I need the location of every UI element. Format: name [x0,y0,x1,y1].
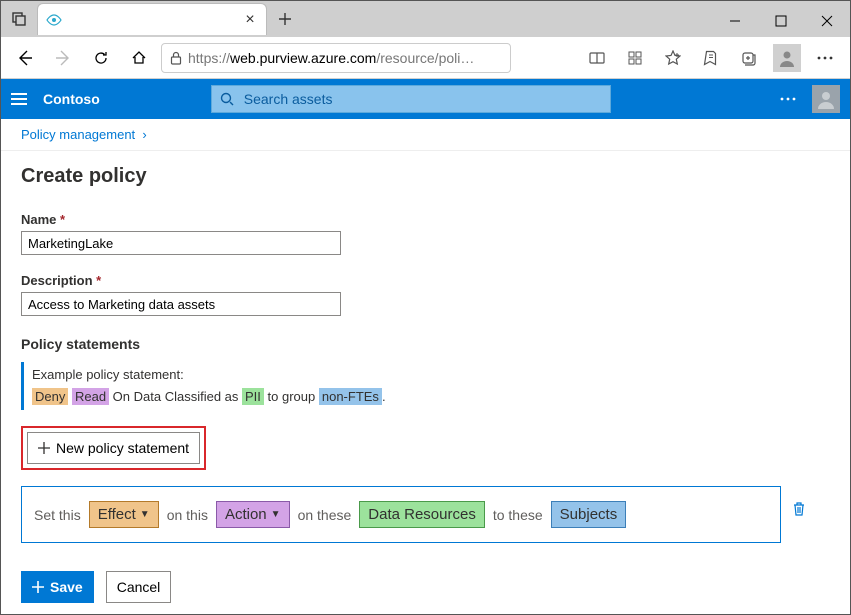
qr-icon[interactable] [618,42,652,74]
maximize-button[interactable] [758,5,804,37]
search-icon [220,92,234,106]
breadcrumb-link[interactable]: Policy management [21,127,135,142]
text-set-this: Set this [34,507,81,523]
text-on-this: on this [167,507,208,523]
chip-deny: Deny [32,388,68,405]
org-name: Contoso [43,91,100,107]
effect-chip[interactable]: Effect▼ [89,501,159,528]
policy-statements-label: Policy statements [21,336,830,352]
chevron-right-icon: › [142,127,146,142]
menu-icon[interactable] [11,93,27,105]
close-icon[interactable]: × [242,13,258,27]
collections-icon[interactable] [732,42,766,74]
minimize-button[interactable] [712,5,758,37]
chip-pii: PII [242,388,264,405]
example-heading: Example policy statement: [32,364,830,386]
description-label: Description * [21,273,830,288]
subjects-chip[interactable]: Subjects [551,501,627,528]
save-button[interactable]: Save [21,571,94,603]
chip-nonfte: non-FTEs [319,388,382,405]
more-icon[interactable] [808,42,842,74]
lock-icon [170,51,182,65]
star-favorite-icon[interactable] [656,42,690,74]
save-label: Save [50,579,83,595]
new-statement-highlight: New policy statement [21,426,206,470]
url-text: https://web.purview.azure.com/resource/p… [188,50,502,66]
profile-button[interactable] [770,42,804,74]
chip-read: Read [72,388,109,405]
user-avatar[interactable] [812,85,840,113]
forward-button [47,42,79,74]
content: Policy management › Create policy Name *… [1,119,850,614]
cancel-button[interactable]: Cancel [106,571,172,603]
chevron-down-icon: ▼ [271,509,281,520]
cancel-label: Cancel [117,579,161,595]
search-bar[interactable] [211,85,611,113]
chevron-down-icon: ▼ [140,509,150,520]
name-label: Name * [21,212,830,227]
delete-icon[interactable] [792,501,806,517]
tab-actions-icon[interactable] [1,1,37,37]
app-header: Contoso [1,79,850,119]
refresh-button[interactable] [85,42,117,74]
browser-window: × https://web.purview.azure.com/resource… [0,0,851,615]
action-chip[interactable]: Action▼ [216,501,290,528]
new-statement-label: New policy statement [56,440,189,456]
policy-statement-row: Set this Effect▼ on this Action▼ on thes… [21,486,781,543]
text-on-these: on these [298,507,352,523]
footer-buttons: Save Cancel [21,571,830,603]
window-controls [712,5,850,37]
address-bar: https://web.purview.azure.com/resource/p… [1,37,850,79]
reader-icon[interactable] [580,42,614,74]
header-more-icon[interactable] [780,97,796,101]
titlebar: × [1,1,850,37]
page-title: Create policy [21,165,830,188]
browser-tab[interactable]: × [37,3,267,35]
url-field[interactable]: https://web.purview.azure.com/resource/p… [161,43,511,73]
search-input[interactable] [242,90,602,108]
plus-icon [32,581,44,593]
tab-title [70,13,234,27]
plus-icon [38,442,50,454]
example-line: Deny Read On Data Classified as PII to g… [32,386,830,408]
new-tab-button[interactable] [267,1,303,37]
back-button[interactable] [9,42,41,74]
eye-icon [46,14,62,26]
text-to-these: to these [493,507,543,523]
name-input[interactable] [21,231,341,255]
new-policy-statement-button[interactable]: New policy statement [27,432,200,464]
breadcrumb: Policy management › [1,119,850,151]
favorites-icon[interactable] [694,42,728,74]
description-input[interactable] [21,292,341,316]
close-window-button[interactable] [804,5,850,37]
data-resources-chip[interactable]: Data Resources [359,501,485,528]
home-button[interactable] [123,42,155,74]
tabstrip: × [1,1,303,37]
example-statement: Example policy statement: Deny Read On D… [21,362,830,410]
